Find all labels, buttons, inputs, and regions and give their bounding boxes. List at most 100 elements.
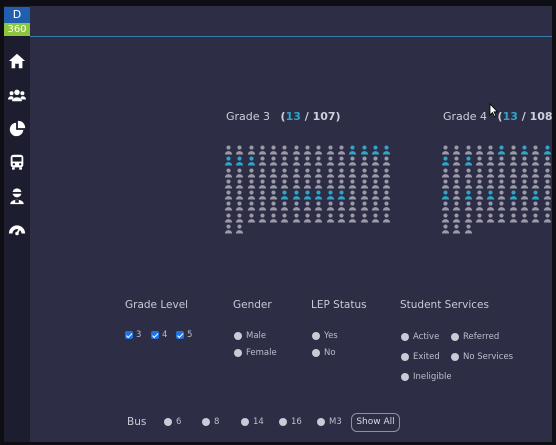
radio-icon [401,373,409,381]
student-person-icon [292,174,303,189]
student-person-icon [531,163,542,178]
student-person-icon [314,208,325,223]
student-person-icon [464,219,475,234]
logo-d: D [4,7,30,23]
grade-3-checkbox[interactable]: 3 [125,330,141,340]
student-person-icon [441,196,452,211]
dashboard-gauge-icon[interactable] [8,220,26,238]
student-person-icon [360,185,371,200]
student-person-icon [497,174,508,189]
services-referred-radio[interactable]: Referred [451,332,499,342]
student-person-icon [441,174,452,189]
student-person-icon [360,208,371,223]
services-active-radio[interactable]: Active [401,332,439,342]
students-icon[interactable] [8,86,26,104]
lep-no-radio[interactable]: No [312,348,336,358]
student-person-icon [247,151,258,166]
student-person-icon [247,163,258,178]
student-person-icon [258,163,269,178]
student-person-icon [382,151,393,166]
radio-icon [401,333,409,341]
student-person-icon [348,140,359,155]
pie-chart-icon[interactable] [8,120,26,138]
student-person-icon [441,151,452,166]
student-person-icon [371,185,382,200]
student-person-icon [314,174,325,189]
grade-5-checkbox[interactable]: 5 [176,330,192,340]
student-person-icon [520,185,531,200]
radio-icon [317,418,325,426]
student-person-icon [509,163,520,178]
student-person-icon [520,174,531,189]
student-person-icon [303,163,314,178]
radio-icon [234,349,242,357]
student-person-icon [314,140,325,155]
student-services-title: Student Services [400,299,489,311]
student-person-icon [452,196,463,211]
student-person-icon [269,196,280,211]
student-person-icon [235,140,246,155]
show-all-button[interactable]: Show All [351,413,400,432]
student-person-icon [258,208,269,223]
lep-yes-radio[interactable]: Yes [312,331,338,341]
student-person-icon [382,174,393,189]
student-person-icon [531,151,542,166]
student-person-icon [509,208,520,223]
student-person-icon [269,151,280,166]
student-person-icon [543,140,552,155]
student-person-icon [464,140,475,155]
logo-360: 360 [4,23,30,36]
student-person-icon [224,185,235,200]
bus-14-radio[interactable]: 14 [241,417,264,427]
student-person-icon [486,196,497,211]
student-person-icon [348,174,359,189]
bus-16-radio[interactable]: 16 [279,417,302,427]
student-person-icon [337,140,348,155]
student-person-icon [224,151,235,166]
student-person-icon [235,196,246,211]
student-person-icon [303,151,314,166]
student-person-icon [475,174,486,189]
student-person-icon [464,151,475,166]
grade-4-checkbox[interactable]: 4 [151,330,167,340]
student-person-icon [348,163,359,178]
bus-m3-radio[interactable]: M3 [317,417,342,427]
student-person-icon [497,196,508,211]
grade-level-title: Grade Level [125,299,189,311]
student-person-icon [509,185,520,200]
student-person-icon [348,196,359,211]
bus-icon[interactable] [8,153,26,171]
radio-icon [164,418,172,426]
student-person-icon [371,174,382,189]
services-none-radio[interactable]: No Services [451,352,513,362]
student-person-icon [258,174,269,189]
student-person-icon [475,151,486,166]
bus-8-radio[interactable]: 8 [202,417,219,427]
student-person-icon [509,174,520,189]
student-person-icon [382,163,393,178]
radio-icon [279,418,287,426]
student-person-icon [269,140,280,155]
gender-female-radio[interactable]: Female [234,348,277,358]
student-person-icon [441,208,452,223]
student-person-icon [543,151,552,166]
gender-male-radio[interactable]: Male [234,331,266,341]
bus-6-radio[interactable]: 6 [164,417,181,427]
student-person-icon [371,140,382,155]
student-person-icon [247,174,258,189]
home-icon[interactable] [8,52,26,70]
student-person-icon [441,163,452,178]
student-person-icon [371,196,382,211]
student-person-icon [326,208,337,223]
student-person-icon [269,185,280,200]
student-person-icon [486,185,497,200]
checkbox-checked-icon [125,331,133,339]
student-person-icon [292,140,303,155]
services-ineligible-radio[interactable]: Ineligible [401,372,452,382]
student-person-icon [452,174,463,189]
services-exited-radio[interactable]: Exited [401,352,440,362]
radio-icon [241,418,249,426]
grade-3-label: Grade 3 [226,110,271,123]
student-person-icon [280,174,291,189]
driver-icon[interactable] [8,187,26,205]
